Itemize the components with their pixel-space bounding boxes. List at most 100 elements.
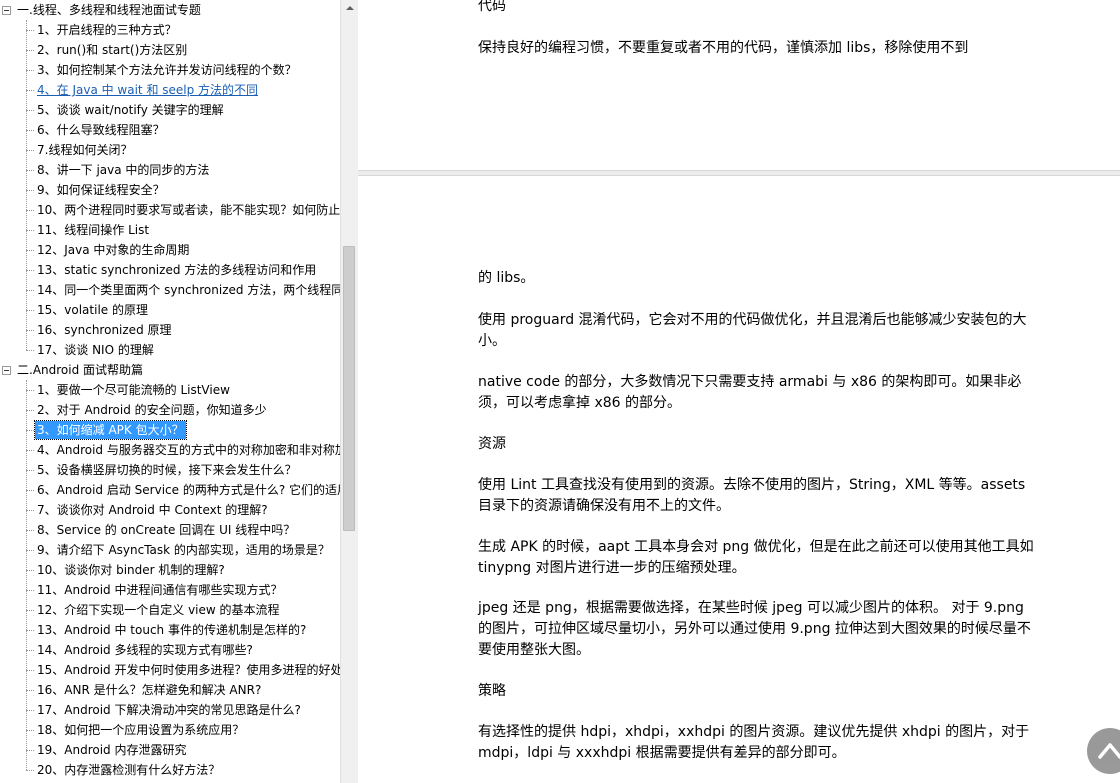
toc-item[interactable]: 16、synchronized 原理 — [0, 320, 340, 340]
toc-item-label[interactable]: 5、谈谈 wait/notify 关键字的理解 — [35, 101, 226, 119]
toc-item-label[interactable]: 9、如何保证线程安全？ — [35, 181, 167, 199]
toc-item[interactable]: 6、什么导致线程阻塞？ — [0, 120, 340, 140]
toc-item[interactable]: 13、Android 中 touch 事件的传递机制是怎样的? — [0, 620, 340, 640]
toc-item-label[interactable]: 14、Android 多线程的实现方式有哪些? — [35, 641, 255, 659]
tree-branch — [26, 170, 34, 171]
toc-item[interactable]: 13、static synchronized 方法的多线程访问和作用 — [0, 260, 340, 280]
tree-branch — [26, 650, 34, 651]
toc-item-label[interactable]: 20、内存泄露检测有什么好方法？ — [35, 761, 222, 779]
tree-branch — [26, 590, 34, 591]
toc-item-label[interactable]: 10、两个进程同时要求写或者读，能不能实现？如何防止 — [35, 201, 340, 219]
toc-item-label[interactable]: 1、要做一个尽可能流畅的 ListView — [35, 381, 232, 399]
toc-item[interactable]: 10、两个进程同时要求写或者读，能不能实现？如何防止 — [0, 200, 340, 220]
toc-item[interactable]: 2、对于 Android 的安全问题，你知道多少 — [0, 400, 340, 420]
toc-item[interactable]: 11、线程间操作 List — [0, 220, 340, 240]
toc-item-label[interactable]: 15、Android 开发中何时使用多进程？使用多进程的好处 — [35, 661, 340, 679]
tree-branch — [26, 110, 34, 111]
toc-item[interactable]: 8、Service 的 onCreate 回调在 UI 线程中吗？ — [0, 520, 340, 540]
toc-item[interactable]: 7.线程如何关闭？ — [0, 140, 340, 160]
toc-item[interactable]: 19、Android 内存泄露研究 — [0, 740, 340, 760]
tree-branch — [26, 50, 34, 51]
toc-item[interactable]: 1、要做一个尽可能流畅的 ListView — [0, 380, 340, 400]
toc-item[interactable]: 12、Java 中对象的生命周期 — [0, 240, 340, 260]
toc-item-label[interactable]: 7.线程如何关闭？ — [35, 141, 134, 159]
toc-item[interactable]: 9、请介绍下 AsyncTask 的内部实现，适用的场景是？ — [0, 540, 340, 560]
toc-item-label[interactable]: 12、介绍下实现一个自定义 view 的基本流程 — [35, 601, 282, 619]
toc-item[interactable]: 14、Android 多线程的实现方式有哪些? — [0, 640, 340, 660]
toc-item[interactable]: 2、run()和 start()方法区别 — [0, 40, 340, 60]
sidebar-scrollbar[interactable] — [340, 0, 358, 783]
section-heading: 资源 — [478, 436, 506, 452]
toc-item-label[interactable]: 17、谈谈 NIO 的理解 — [35, 341, 156, 359]
tree-branch — [26, 210, 34, 211]
paragraph: 生成 APK 的时候，aapt 工具本身会对 png 做优化，但是在此之前还可以… — [478, 539, 1034, 576]
collapse-toggle-icon[interactable] — [2, 6, 11, 15]
toc-item[interactable]: 3、如何控制某个方法允许并发访问线程的个数？ — [0, 60, 340, 80]
toc-item-label[interactable]: 3、如何控制某个方法允许并发访问线程的个数？ — [35, 61, 299, 79]
toc-item-label[interactable]: 2、对于 Android 的安全问题，你知道多少 — [35, 401, 269, 419]
toc-item[interactable]: 4、在 Java 中 wait 和 seelp 方法的不同 — [0, 80, 340, 100]
toc-item[interactable]: 17、谈谈 NIO 的理解 — [0, 340, 340, 360]
toc-item[interactable]: 15、volatile 的原理 — [0, 300, 340, 320]
toc-item-label[interactable]: 3、如何缩减 APK 包大小？ — [34, 420, 187, 440]
toc-item-label[interactable]: 16、synchronized 原理 — [35, 321, 174, 339]
toc-item[interactable]: 12、介绍下实现一个自定义 view 的基本流程 — [0, 600, 340, 620]
toc-item-label[interactable]: 16、ANR 是什么？怎样避免和解决 ANR? — [35, 681, 263, 699]
toc-item[interactable]: 7、谈谈你对 Android 中 Context 的理解? — [0, 500, 340, 520]
toc-item[interactable]: 11、Android 中进程间通信有哪些实现方式？ — [0, 580, 340, 600]
toc-item-label[interactable]: 4、Android 与服务器交互的方式中的对称加密和非对称加 — [35, 441, 340, 459]
toc-item-label[interactable]: 11、线程间操作 List — [35, 221, 151, 239]
toc-item-label[interactable]: 4、在 Java 中 wait 和 seelp 方法的不同 — [35, 81, 260, 99]
tree-branch — [26, 450, 34, 451]
toc-item[interactable]: 16、ANR 是什么？怎样避免和解决 ANR? — [0, 680, 340, 700]
toc-item-label[interactable]: 12、Java 中对象的生命周期 — [35, 241, 191, 259]
toc-section-title[interactable]: 一.线程、多线程和线程池面试专题 — [17, 0, 201, 20]
toc-item[interactable]: 8、讲一下 java 中的同步的方法 — [0, 160, 340, 180]
toc-item-label[interactable]: 11、Android 中进程间通信有哪些实现方式？ — [35, 581, 284, 599]
tree-branch — [26, 770, 34, 771]
toc-item-label[interactable]: 1、开启线程的三种方式？ — [35, 21, 179, 39]
toc-item-label[interactable]: 6、Android 启动 Service 的两种方式是什么? 它们的适用 — [35, 481, 340, 499]
collapse-toggle-icon[interactable] — [2, 366, 11, 375]
paragraph: 的 libs。 — [478, 270, 535, 286]
toc-item[interactable]: 15、Android 开发中何时使用多进程？使用多进程的好处 — [0, 660, 340, 680]
toc-item-label[interactable]: 18、如何把一个应用设置为系统应用？ — [35, 721, 246, 739]
toc-item[interactable]: 18、如何把一个应用设置为系统应用？ — [0, 720, 340, 740]
toc-item-label[interactable]: 15、volatile 的原理 — [35, 301, 150, 319]
toc-item[interactable]: 1、开启线程的三种方式？ — [0, 20, 340, 40]
toc-item-label[interactable]: 7、谈谈你对 Android 中 Context 的理解? — [35, 501, 270, 519]
toc-section[interactable]: 一.线程、多线程和线程池面试专题 — [0, 0, 340, 20]
toc-item-label[interactable]: 13、static synchronized 方法的多线程访问和作用 — [35, 261, 318, 279]
toc-item[interactable]: 20、内存泄露检测有什么好方法？ — [0, 760, 340, 780]
toc-item[interactable]: 5、设备横竖屏切换的时候，接下来会发生什么？ — [0, 460, 340, 480]
toc-item-label[interactable]: 8、Service 的 onCreate 回调在 UI 线程中吗？ — [35, 521, 297, 539]
toc-section[interactable]: 二.Android 面试帮助篇 — [0, 360, 340, 380]
toc-item-label[interactable]: 10、谈谈你对 binder 机制的理解? — [35, 561, 227, 579]
toc-item[interactable]: 4、Android 与服务器交互的方式中的对称加密和非对称加 — [0, 440, 340, 460]
toc-item-label[interactable]: 14、同一个类里面两个 synchronized 方法，两个线程同 — [35, 281, 340, 299]
tree-branch — [26, 390, 34, 391]
paragraph: 代码 — [478, 0, 506, 14]
scroll-up-arrow-icon[interactable] — [341, 0, 358, 17]
toc-item[interactable]: 3、如何缩减 APK 包大小？ — [0, 420, 340, 440]
toc-section-title[interactable]: 二.Android 面试帮助篇 — [17, 360, 143, 380]
toc-item[interactable]: 9、如何保证线程安全？ — [0, 180, 340, 200]
chevron-up-icon — [1098, 743, 1120, 759]
toc-item[interactable]: 14、同一个类里面两个 synchronized 方法，两个线程同 — [0, 280, 340, 300]
toc-item[interactable]: 10、谈谈你对 binder 机制的理解? — [0, 560, 340, 580]
toc-item-label[interactable]: 9、请介绍下 AsyncTask 的内部实现，适用的场景是？ — [35, 541, 332, 559]
toc-item[interactable]: 17、Android 下解决滑动冲突的常见思路是什么? — [0, 700, 340, 720]
tree-branch — [26, 710, 34, 711]
scrollbar-thumb[interactable] — [343, 246, 355, 531]
toc-item-label[interactable]: 6、什么导致线程阻塞？ — [35, 121, 167, 139]
toc-item-label[interactable]: 19、Android 内存泄露研究 — [35, 741, 188, 759]
document-content: 代码 保持良好的编程习惯，不要重复或者不用的代码，谨慎添加 libs，移除使用不… — [358, 0, 1120, 783]
toc-item[interactable]: 5、谈谈 wait/notify 关键字的理解 — [0, 100, 340, 120]
toc-item[interactable]: 6、Android 启动 Service 的两种方式是什么? 它们的适用 — [0, 480, 340, 500]
tree-branch — [26, 430, 34, 431]
toc-item-label[interactable]: 17、Android 下解决滑动冲突的常见思路是什么? — [35, 701, 303, 719]
toc-item-label[interactable]: 13、Android 中 touch 事件的传递机制是怎样的? — [35, 621, 308, 639]
toc-item-label[interactable]: 8、讲一下 java 中的同步的方法 — [35, 161, 211, 179]
toc-item-label[interactable]: 2、run()和 start()方法区别 — [35, 41, 189, 59]
toc-item-label[interactable]: 5、设备横竖屏切换的时候，接下来会发生什么？ — [35, 461, 299, 479]
